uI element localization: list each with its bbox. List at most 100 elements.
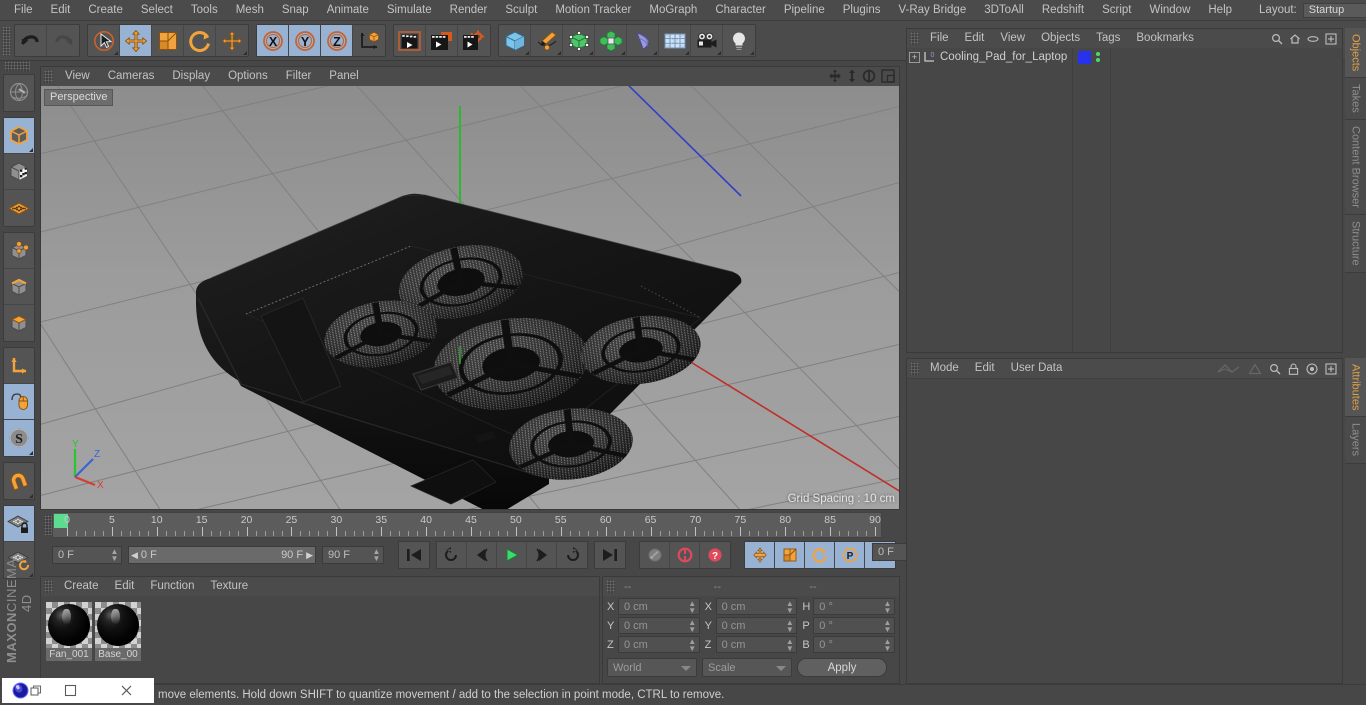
object-row-cooling-pad[interactable]: + 0 Cooling_Pad_for_Laptop (907, 48, 1072, 66)
viewport-menu-view[interactable]: View (56, 67, 99, 86)
minimize-button[interactable] (42, 684, 98, 697)
tool-options-corner[interactable] (243, 51, 247, 55)
menu-item-simulate[interactable]: Simulate (378, 0, 441, 21)
coord-field-pos-z[interactable]: 0 cm ▲ ▼ (617, 636, 700, 653)
object-tree-column[interactable]: + 0 Cooling_Pad_for_Laptop (907, 48, 1073, 352)
coord-field-rot-b[interactable]: 0 ° ▲ ▼ (813, 636, 895, 653)
texture-mode-button[interactable] (4, 154, 34, 190)
viewport-menu-display[interactable]: Display (163, 67, 219, 86)
range-left-arrow-icon[interactable]: ◀ (131, 550, 138, 561)
spinner-icon[interactable]: ▲▼ (688, 599, 697, 614)
object-menu-objects[interactable]: Objects (1033, 29, 1088, 48)
render-region-button[interactable] (426, 25, 458, 56)
menu-item-select[interactable]: Select (132, 0, 182, 21)
interpolation-icon[interactable] (1217, 363, 1241, 375)
attribute-menu-user-data[interactable]: User Data (1003, 359, 1071, 378)
scene-environment-button[interactable] (659, 25, 691, 56)
camera-button[interactable] (691, 25, 723, 56)
tab-objects[interactable]: Objects (1345, 28, 1366, 79)
edges-mode-button[interactable] (4, 269, 34, 305)
object-extra-column[interactable] (1111, 48, 1342, 352)
new-tab-icon[interactable] (1325, 32, 1337, 45)
menu-item-create[interactable]: Create (79, 0, 132, 21)
maximize-view-icon[interactable] (881, 69, 895, 83)
render-view-button[interactable] (394, 25, 426, 56)
object-menu-tags[interactable]: Tags (1088, 29, 1128, 48)
generator-button[interactable] (563, 25, 595, 56)
move-axis-tool-button[interactable] (216, 25, 248, 56)
menu-item-snap[interactable]: Snap (273, 0, 318, 21)
viewport-grip[interactable] (44, 70, 53, 83)
tool-options-corner[interactable] (750, 51, 754, 55)
deformer-bend-button[interactable] (627, 25, 659, 56)
magnet-button[interactable] (4, 463, 34, 499)
coordinate-mode-select[interactable]: Scale (702, 658, 792, 677)
coord-field-pos-y[interactable]: 0 cm ▲ ▼ (617, 617, 700, 634)
attribute-manager-body[interactable] (907, 378, 1342, 683)
range-right-arrow-icon[interactable]: ▶ (303, 550, 313, 561)
tab-attributes[interactable]: Attributes (1345, 358, 1366, 418)
world-coordinate-button[interactable] (353, 25, 385, 56)
coordinate-system-select[interactable]: World (607, 658, 697, 677)
viewport-menu-options[interactable]: Options (219, 67, 277, 86)
lock-icon[interactable] (1288, 363, 1299, 375)
material-item[interactable]: Base_00 (95, 602, 141, 661)
material-menu-create[interactable]: Create (56, 577, 107, 596)
tool-options-corner[interactable] (114, 51, 118, 55)
time-ruler[interactable]: 0 5 10 15 20 25 30 35 40 45 50 55 60 65 70 75 80 85 90 (52, 512, 882, 538)
menu-item-file[interactable]: File (5, 0, 42, 21)
object-menu-bookmarks[interactable]: Bookmarks (1128, 29, 1202, 48)
tool-options-corner[interactable] (653, 51, 657, 55)
object-axis-button[interactable] (4, 348, 34, 384)
menu-item-plugins[interactable]: Plugins (834, 0, 890, 21)
pan-view-icon[interactable] (828, 69, 842, 83)
axis-x-button[interactable]: X (257, 25, 289, 56)
expand-toggle-icon[interactable]: + (909, 51, 920, 63)
tool-options-corner[interactable] (717, 51, 721, 55)
tab-structure[interactable]: Structure (1345, 214, 1366, 273)
max-frames-field[interactable]: 90 F ▲ ▼ (322, 546, 384, 564)
triangle-icon[interactable] (1248, 362, 1262, 375)
object-menu-view[interactable]: View (992, 29, 1033, 48)
coord-field-size-x[interactable]: 0 cm ▲ ▼ (715, 598, 798, 615)
material-menu-function[interactable]: Function (142, 577, 202, 596)
menu-item-script[interactable]: Script (1093, 0, 1140, 21)
key-position-button[interactable] (745, 542, 775, 568)
polygons-mode-button[interactable] (4, 305, 34, 341)
new-tab-icon[interactable] (1325, 362, 1337, 375)
spinner-icon[interactable]: ▲▼ (883, 599, 892, 614)
live-selection-tool-button[interactable] (88, 25, 120, 56)
autokey-button[interactable] (670, 542, 700, 568)
go-to-end-button[interactable] (595, 542, 625, 568)
tool-options-corner[interactable] (621, 51, 625, 55)
enable-axis-button[interactable] (4, 384, 34, 420)
viewport-menu-filter[interactable]: Filter (277, 67, 321, 86)
current-frame-field[interactable]: 0 F ▲ ▼ (52, 546, 122, 564)
make-editable-button[interactable] (4, 75, 34, 111)
undo-button[interactable] (15, 25, 47, 56)
rotate-tool-button[interactable] (184, 25, 216, 56)
timeline-range-bar[interactable]: ◀ 0 F 90 F ▶ (128, 546, 316, 564)
material-menu-edit[interactable]: Edit (107, 577, 143, 596)
workplane-lock-button[interactable] (4, 506, 34, 542)
coordinate-manager-grip[interactable] (606, 580, 615, 593)
layout-select[interactable]: Startup (1302, 2, 1366, 18)
axis-y-button[interactable]: Y (289, 25, 321, 56)
menu-item-motion-tracker[interactable]: Motion Tracker (546, 0, 640, 21)
coord-field-rot-h[interactable]: 0 ° ▲ ▼ (813, 598, 895, 615)
spinner-icon[interactable]: ▲▼ (785, 637, 794, 652)
cube-primitive-button[interactable] (499, 25, 531, 56)
render-settings-button[interactable] (458, 25, 490, 56)
go-to-start-button[interactable] (399, 542, 429, 568)
model-mode-button[interactable] (4, 118, 34, 154)
soft-selection-button[interactable]: S (4, 420, 34, 456)
menu-item-tools[interactable]: Tools (182, 0, 227, 21)
material-thumbnail[interactable] (95, 602, 141, 648)
key-rotation-button[interactable] (805, 542, 835, 568)
search-icon[interactable] (1271, 33, 1283, 45)
dolly-view-icon[interactable] (847, 69, 857, 83)
menu-item-character[interactable]: Character (706, 0, 775, 21)
viewport-menu-cameras[interactable]: Cameras (99, 67, 164, 86)
material-thumbnail[interactable] (46, 602, 92, 648)
coord-field-pos-x[interactable]: 0 cm ▲ ▼ (617, 598, 700, 615)
